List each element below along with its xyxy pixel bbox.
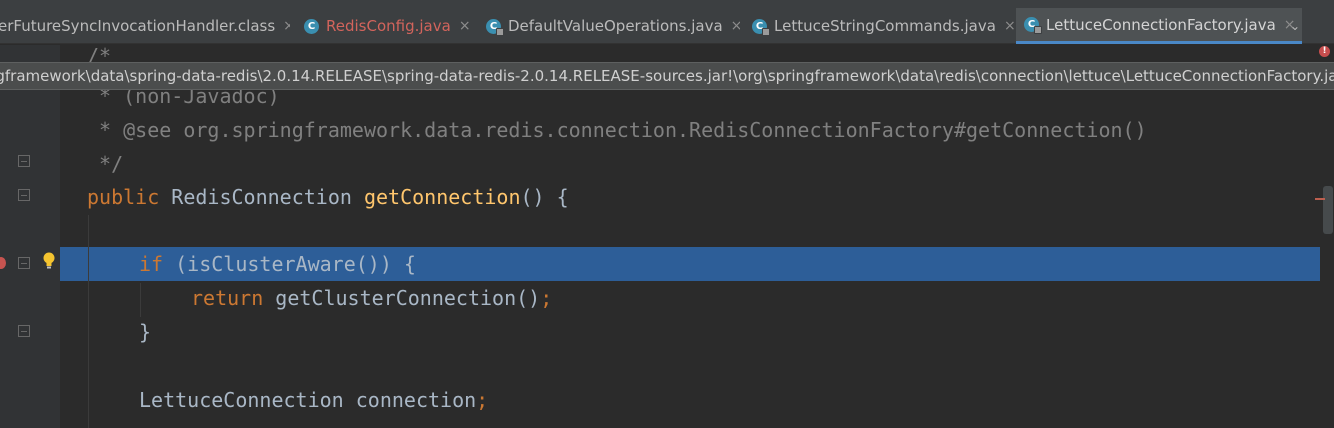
tab-lettuceconnectionfactory[interactable]: C LettuceConnectionFactory.java × (1016, 8, 1302, 44)
code-line-close-brace: } (139, 320, 152, 344)
file-path-text: pringframework\data\spring-data-redis\2.… (0, 67, 1334, 85)
close-icon[interactable]: × (1004, 18, 1014, 34)
tab-lettucestringcommands[interactable]: C LettuceStringCommands.java × (744, 8, 1014, 44)
close-icon[interactable]: × (459, 18, 471, 34)
keyword-public: public (87, 185, 160, 209)
editor-gutter (0, 45, 60, 428)
return-type: RedisConnection (159, 185, 364, 209)
fold-marker-icon[interactable] (18, 189, 30, 201)
error-stripe-marker[interactable] (1315, 198, 1325, 200)
code-line-return: return getClusterConnection(); (191, 281, 552, 315)
tab-label: RedisConfig.java (326, 17, 451, 35)
method-name: getConnection (363, 185, 521, 209)
tab-label: LettuceConnectionFactory.java (1046, 15, 1276, 34)
class-locked-icon: C (486, 18, 504, 36)
semicolon: ; (476, 388, 489, 412)
class-icon: C (304, 18, 319, 34)
tab-list-dropdown-icon[interactable]: ⌄ (1284, 8, 1306, 44)
indent-guide (140, 283, 141, 317)
keyword-if: if (139, 252, 164, 276)
code-line-if: if (isClusterAware()) { (139, 247, 416, 281)
lightbulb-icon[interactable] (42, 252, 56, 270)
close-icon[interactable]: × (731, 18, 740, 34)
code-line-method-signature: public RedisConnection getConnection() { (87, 180, 569, 214)
tab-label: DefaultValueOperations.java (508, 17, 723, 35)
error-indicator-icon[interactable]: ! (1319, 46, 1330, 57)
class-locked-icon: C (752, 18, 770, 36)
code-editor[interactable]: /* * (non-Javadoc) * @see org.springfram… (60, 44, 1334, 428)
tab-redisconfig[interactable]: C RedisConfig.java × (296, 8, 476, 44)
editor-tab-bar: erFutureSyncInvocationHandler.class × C … (0, 8, 1334, 44)
close-icon[interactable]: × (283, 18, 290, 34)
fold-marker-icon[interactable] (18, 155, 30, 167)
tab-defaultvalueoperations[interactable]: C DefaultValueOperations.java × (478, 8, 740, 44)
code-line-comment-close: */ (87, 152, 124, 176)
code-line-comment-see: * @see org.springframework.data.redis.co… (87, 118, 1147, 142)
variable-declaration: LettuceConnection connection (139, 388, 477, 412)
scrollbar-thumb[interactable] (1323, 186, 1333, 234)
tab-label: LettuceStringCommands.java (774, 17, 996, 35)
indent-guide (88, 215, 89, 428)
if-condition: (isClusterAware()) { (163, 252, 416, 276)
file-path-tooltip: pringframework\data\spring-data-redis\2.… (0, 62, 1334, 90)
return-expression: getClusterConnection() (263, 286, 541, 310)
code-line-declaration: LettuceConnection connection; (139, 383, 488, 417)
keyword-return: return (191, 286, 264, 310)
tab-label: erFutureSyncInvocationHandler.class (0, 17, 276, 35)
semicolon: ; (540, 286, 553, 310)
fold-marker-icon[interactable] (18, 257, 30, 269)
class-locked-icon: C (1024, 17, 1042, 34)
fold-marker-icon[interactable] (18, 325, 30, 337)
vertical-scrollbar[interactable] (1320, 45, 1334, 428)
tab-futuresyncinvocationhandler[interactable]: erFutureSyncInvocationHandler.class × (0, 8, 290, 44)
method-params: () { (520, 185, 569, 209)
breadcrumb-strip (0, 0, 1334, 8)
